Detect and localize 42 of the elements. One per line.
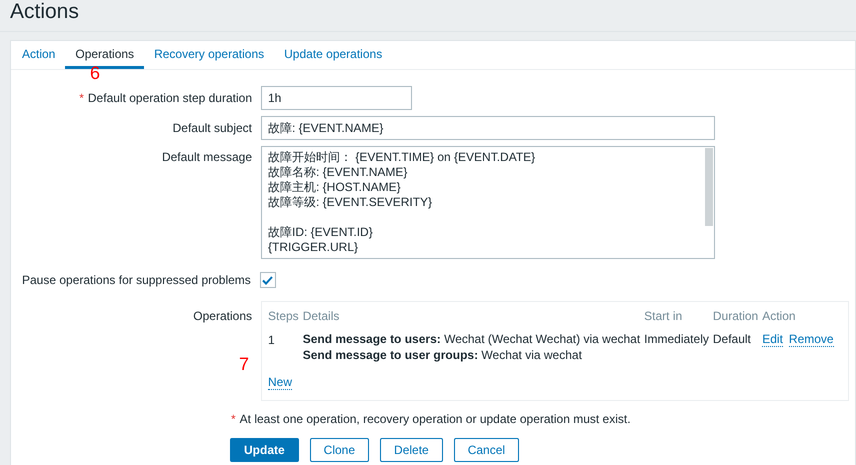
scrollbar[interactable] xyxy=(705,148,713,226)
field-label: Operations xyxy=(193,308,252,325)
field-label: Default message xyxy=(162,149,252,166)
form-button[interactable]: Cancel xyxy=(454,438,520,462)
table-cell: Default xyxy=(712,332,751,346)
column-header: Steps xyxy=(268,309,299,323)
subject-field[interactable]: 故障: {EVENT.NAME} xyxy=(261,116,715,140)
action-link[interactable]: Remove xyxy=(788,332,834,347)
message-line: 故障主机: {HOST.NAME} xyxy=(268,180,402,195)
form-button[interactable]: Delete xyxy=(380,438,443,462)
message-line: 故障等级: {EVENT.SEVERITY} xyxy=(268,195,434,210)
step-duration-field[interactable]: 1h xyxy=(261,86,412,110)
column-header: Action xyxy=(762,309,796,323)
new-link[interactable]: New xyxy=(268,375,292,390)
table-cell: 1 xyxy=(268,333,275,347)
tab[interactable]: Recovery operations xyxy=(144,41,274,69)
tab[interactable]: Action xyxy=(12,41,66,69)
column-header: Start in xyxy=(644,309,682,323)
checkbox[interactable] xyxy=(260,272,276,288)
column-header: Details xyxy=(302,309,340,323)
field-label: Default operation step duration xyxy=(88,90,252,107)
message-line: 故障ID: {EVENT.ID} xyxy=(268,225,374,240)
message-line: 故障名称: {EVENT.NAME} xyxy=(268,165,408,180)
form-button[interactable]: Update xyxy=(230,438,299,462)
form-button[interactable]: Clone xyxy=(310,438,370,462)
page-title: Actions xyxy=(10,0,79,24)
operation-detail: Send message to users: Wechat (Wechat Wechat) via wechat xyxy=(302,331,640,347)
field-label: Default subject xyxy=(172,120,252,137)
message-line: {TRIGGER.URL} xyxy=(268,240,360,255)
check-icon xyxy=(262,276,274,284)
table-cell: Immediately xyxy=(644,332,709,346)
message-field[interactable]: 故障开始时间： {EVENT.TIME} on {EVENT.DATE} 故障名称: {EVENT.NAME} 故障主机: {HOST.NAME} 故障等级: {EVENT.SEVERITY} 故障ID: {EVENT.ID} {TRIGGER.URL} xyxy=(261,146,715,259)
checkbox-label: Pause operations for suppressed problems xyxy=(22,272,251,289)
required-mark: * xyxy=(231,412,236,426)
action-link[interactable]: Edit xyxy=(762,332,783,347)
required-mark: * xyxy=(79,90,84,107)
annotation-number: 7 xyxy=(239,355,250,373)
note-text: At least one operation, recovery operation or update operation must exist. xyxy=(240,412,631,426)
column-header: Duration xyxy=(712,309,758,323)
operation-detail: Send message to user groups: Wechat via wechat xyxy=(302,347,583,363)
tab[interactable]: Update operations xyxy=(274,41,392,69)
message-line: 故障开始时间： {EVENT.TIME} on {EVENT.DATE} xyxy=(268,150,536,165)
